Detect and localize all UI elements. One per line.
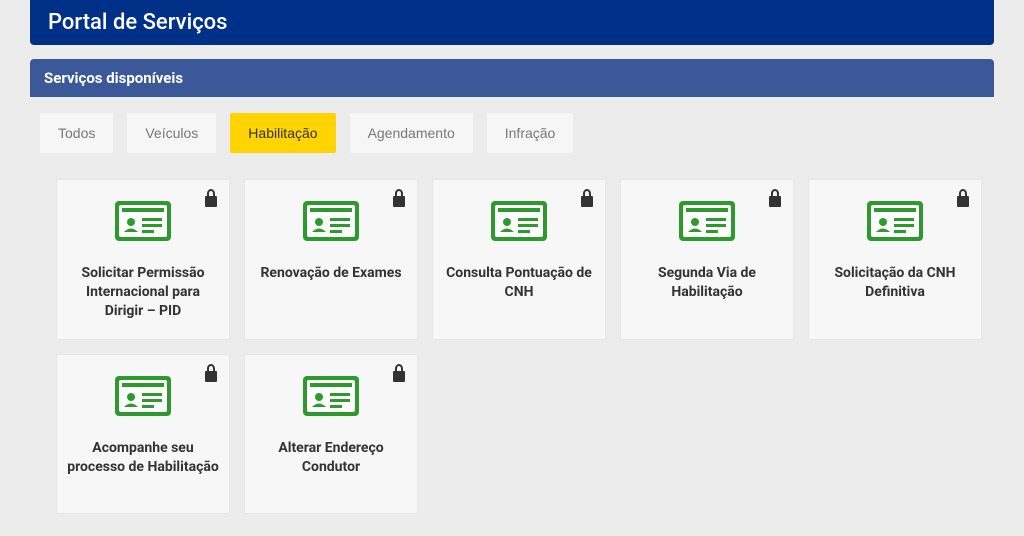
license-card-icon: [490, 200, 548, 246]
service-card[interactable]: Acompanhe seu processo de Habilitação: [56, 354, 230, 514]
lock-icon: [391, 363, 407, 387]
lock-icon: [203, 188, 219, 212]
tab-infracao[interactable]: Infração: [487, 113, 574, 153]
section-subheader: Serviços disponíveis: [30, 59, 994, 97]
service-card-title: Consulta Pontuação de CNH: [443, 264, 595, 302]
service-card[interactable]: Solicitar Permissão Internacional para D…: [56, 179, 230, 340]
page-header: Portal de Serviços: [30, 0, 994, 45]
license-card-icon: [114, 375, 172, 421]
tab-veiculos[interactable]: Veículos: [127, 113, 216, 153]
lock-icon: [955, 188, 971, 212]
service-card[interactable]: Solicitação da CNH Definitiva: [808, 179, 982, 340]
section-title: Serviços disponíveis: [44, 69, 183, 87]
service-card[interactable]: Renovação de Exames: [244, 179, 418, 340]
cards-grid: Solicitar Permissão Internacional para D…: [56, 179, 994, 514]
lock-icon: [391, 188, 407, 212]
service-card-title: Alterar Endereço Condutor: [255, 439, 407, 477]
lock-icon: [767, 188, 783, 212]
license-card-icon: [866, 200, 924, 246]
lock-icon: [203, 363, 219, 387]
tab-todos[interactable]: Todos: [40, 113, 113, 153]
tab-agendamento[interactable]: Agendamento: [350, 113, 473, 153]
service-card-title: Solicitar Permissão Internacional para D…: [67, 264, 219, 321]
lock-icon: [579, 188, 595, 212]
service-card[interactable]: Segunda Via de Habilitação: [620, 179, 794, 340]
tabs-container: Todos Veículos Habilitação Agendamento Infra…: [30, 97, 994, 169]
service-card-title: Acompanhe seu processo de Habilitação: [67, 439, 219, 477]
license-card-icon: [302, 375, 360, 421]
license-card-icon: [302, 200, 360, 246]
service-card-title: Renovação de Exames: [260, 264, 401, 283]
service-card-title: Solicitação da CNH Definitiva: [819, 264, 971, 302]
service-card[interactable]: Alterar Endereço Condutor: [244, 354, 418, 514]
service-card[interactable]: Consulta Pontuação de CNH: [432, 179, 606, 340]
tab-habilitacao[interactable]: Habilitação: [230, 113, 335, 153]
license-card-icon: [678, 200, 736, 246]
license-card-icon: [114, 200, 172, 246]
page-title: Portal de Serviços: [48, 10, 228, 35]
service-card-title: Segunda Via de Habilitação: [631, 264, 783, 302]
